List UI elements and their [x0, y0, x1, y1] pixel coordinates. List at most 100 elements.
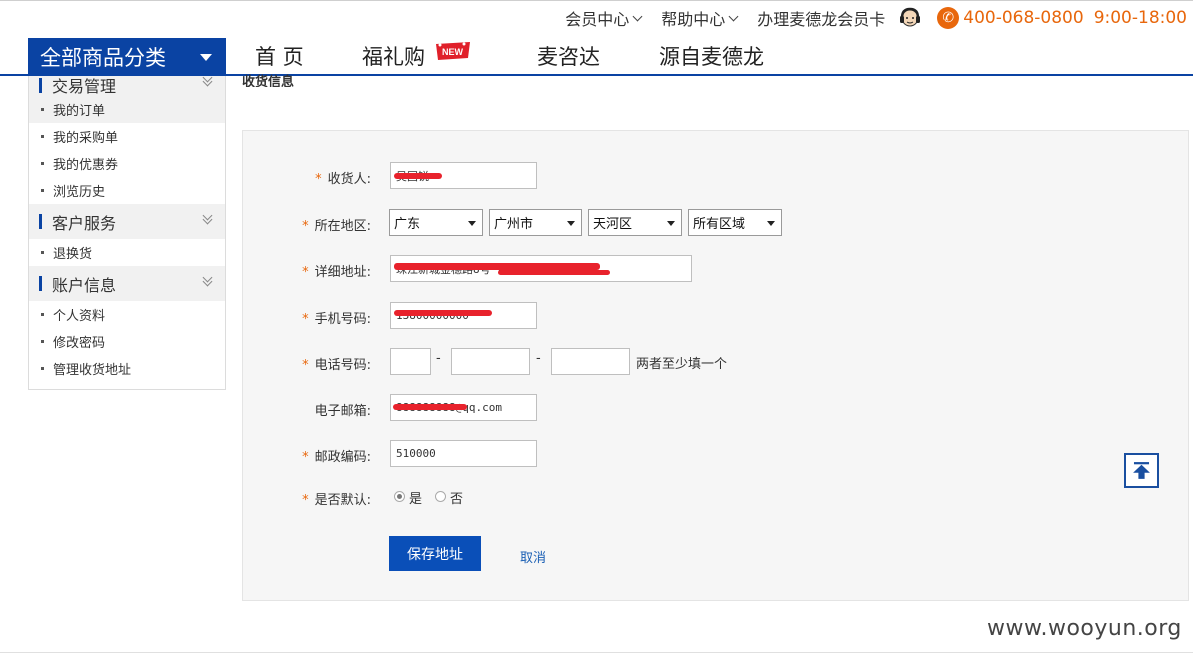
default-yes-label: 是 [409, 492, 423, 507]
sidebar-item-history[interactable]: 浏览历史 [29, 177, 225, 204]
phone-icon: ✆ [937, 7, 960, 29]
chevron-down-icon [728, 11, 739, 21]
top-links: 会员中心 帮助中心 办理麦德龙会员卡 ✆ 400-068-0800 9:00-1… [545, 6, 1187, 30]
member-center-link[interactable]: 会员中心 [565, 6, 643, 30]
sidebar-group-title: 交易管理 [52, 77, 117, 96]
email-label-text: 电子邮箱: [314, 404, 371, 419]
sidebar-item-returns[interactable]: 退换货 [29, 239, 225, 266]
top-bar: 会员中心 帮助中心 办理麦德龙会员卡 ✆ 400-068-0800 9:00-1… [0, 0, 1193, 34]
extension-input[interactable] [551, 348, 630, 375]
new-badge-text: NEW [442, 47, 464, 57]
email-row: 电子邮箱: [243, 394, 1190, 422]
main-nav: 全部商品分类 首 页 福礼购 麦咨达 源自麦德龙 [0, 34, 1193, 76]
sidebar-group-trade[interactable]: 交易管理 [29, 76, 225, 96]
region-label: * 所在地区: [302, 215, 371, 234]
telephone-number-input[interactable] [451, 348, 530, 375]
all-categories-label: 全部商品分类 [40, 46, 166, 70]
sidebar: 交易管理 我的订单 我的采购单 我的优惠券 浏览历史 客户服务 退换货 账户信息… [28, 76, 226, 390]
separator: - [536, 351, 541, 366]
telephone-hint: 两者至少填一个 [636, 357, 728, 372]
address-label-text: 详细地址: [314, 265, 371, 280]
cancel-link[interactable]: 取消 [520, 547, 546, 566]
bullet [41, 162, 44, 165]
nav-home[interactable]: 首 页 [255, 41, 304, 71]
caret-down-icon [567, 221, 575, 226]
postcode-label: * 邮政编码: [302, 446, 371, 465]
region-row: * 所在地区: 广东 广州市 天河区 所有区域 [243, 209, 1190, 237]
sidebar-item-my-orders[interactable]: 我的订单 [29, 96, 225, 123]
sidebar-item-label: 我的采购单 [53, 131, 119, 146]
bullet [41, 135, 44, 138]
member-card-label: 办理麦德龙会员卡 [757, 10, 886, 29]
sidebar-item-addresses[interactable]: 管理收货地址 [29, 355, 225, 382]
default-no-radio[interactable] [435, 491, 446, 502]
default-label: * 是否默认: [302, 489, 371, 508]
required-mark: * [302, 358, 309, 373]
sidebar-item-label: 个人资料 [53, 309, 106, 324]
member-card-link[interactable]: 办理麦德龙会员卡 [757, 6, 885, 30]
telephone-row: * 电话号码: - - 两者至少填一个 [243, 348, 1190, 376]
region-label-text: 所在地区: [314, 219, 371, 234]
caret-down-icon [767, 221, 775, 226]
caret-down-icon [667, 221, 675, 226]
group-marker [39, 78, 42, 93]
sidebar-item-purchase-list[interactable]: 我的采购单 [29, 123, 225, 150]
all-categories-button[interactable]: 全部商品分类 [28, 38, 226, 76]
province-select[interactable]: 广东 [389, 209, 483, 236]
separator: - [436, 351, 441, 366]
postcode-row: * 邮政编码: [243, 440, 1190, 468]
double-chevron-down-icon [202, 210, 213, 226]
bullet [41, 251, 44, 254]
recipient-label-text: 收货人: [327, 172, 371, 187]
nav-fulligou[interactable]: 福礼购 [362, 41, 425, 71]
telephone-label-text: 电话号码: [314, 358, 371, 373]
bullet [41, 108, 44, 111]
sidebar-group-title: 客户服务 [52, 213, 117, 233]
sidebar-group-title: 账户信息 [52, 275, 117, 295]
redaction-mark [394, 173, 442, 179]
address-form-panel: * 收货人: * 所在地区: 广东 广州市 天河区 所有区域 * 详细地址: * 手机号… [242, 130, 1189, 601]
service-hours: 9:00-18:00 [1093, 8, 1187, 28]
city-select[interactable]: 广州市 [489, 209, 582, 236]
default-row: * 是否默认: 是 否 [243, 483, 1190, 511]
recipient-label: * 收货人: [315, 168, 371, 187]
bullet [41, 367, 44, 370]
mobile-row: * 手机号码: [243, 302, 1190, 330]
area-select[interactable]: 所有区域 [688, 209, 782, 236]
sidebar-group-account[interactable]: 账户信息 [29, 266, 225, 301]
telephone-label: * 电话号码: [302, 354, 371, 373]
address-row: * 详细地址: [243, 255, 1190, 283]
sidebar-item-label: 我的订单 [53, 104, 106, 119]
mobile-label-text: 手机号码: [314, 312, 371, 327]
district-select[interactable]: 天河区 [588, 209, 682, 236]
save-address-button[interactable]: 保存地址 [389, 536, 481, 571]
section-title: 收货信息 [242, 75, 295, 87]
area-code-input[interactable] [390, 348, 431, 375]
postcode-input[interactable] [390, 440, 537, 467]
hotline-number: 400-068-0800 [963, 8, 1084, 28]
default-yes-radio[interactable] [394, 491, 405, 502]
sidebar-item-change-password[interactable]: 修改密码 [29, 328, 225, 355]
required-mark: * [302, 450, 309, 465]
new-badge-icon: NEW [436, 42, 470, 60]
sidebar-item-label: 管理收货地址 [53, 363, 132, 378]
group-marker [39, 214, 42, 229]
sidebar-item-profile[interactable]: 个人资料 [29, 301, 225, 328]
bullet [41, 189, 44, 192]
help-center-link[interactable]: 帮助中心 [661, 6, 739, 30]
sidebar-item-coupons[interactable]: 我的优惠券 [29, 150, 225, 177]
sidebar-item-label: 我的优惠券 [53, 158, 119, 173]
postcode-label-text: 邮政编码: [314, 450, 371, 465]
bullet [41, 313, 44, 316]
back-to-top-icon[interactable] [1124, 453, 1159, 488]
help-center-label: 帮助中心 [661, 10, 726, 29]
nav-from-metro[interactable]: 源自麦德龙 [659, 41, 764, 71]
nav-maizida[interactable]: 麦咨达 [537, 41, 600, 71]
customer-service-icon[interactable] [897, 6, 923, 30]
required-mark: * [302, 219, 309, 234]
required-mark: * [302, 312, 309, 327]
redaction-mark [394, 263, 600, 270]
chevron-down-icon [632, 11, 643, 21]
sidebar-group-service[interactable]: 客户服务 [29, 204, 225, 239]
divider [0, 652, 1193, 653]
